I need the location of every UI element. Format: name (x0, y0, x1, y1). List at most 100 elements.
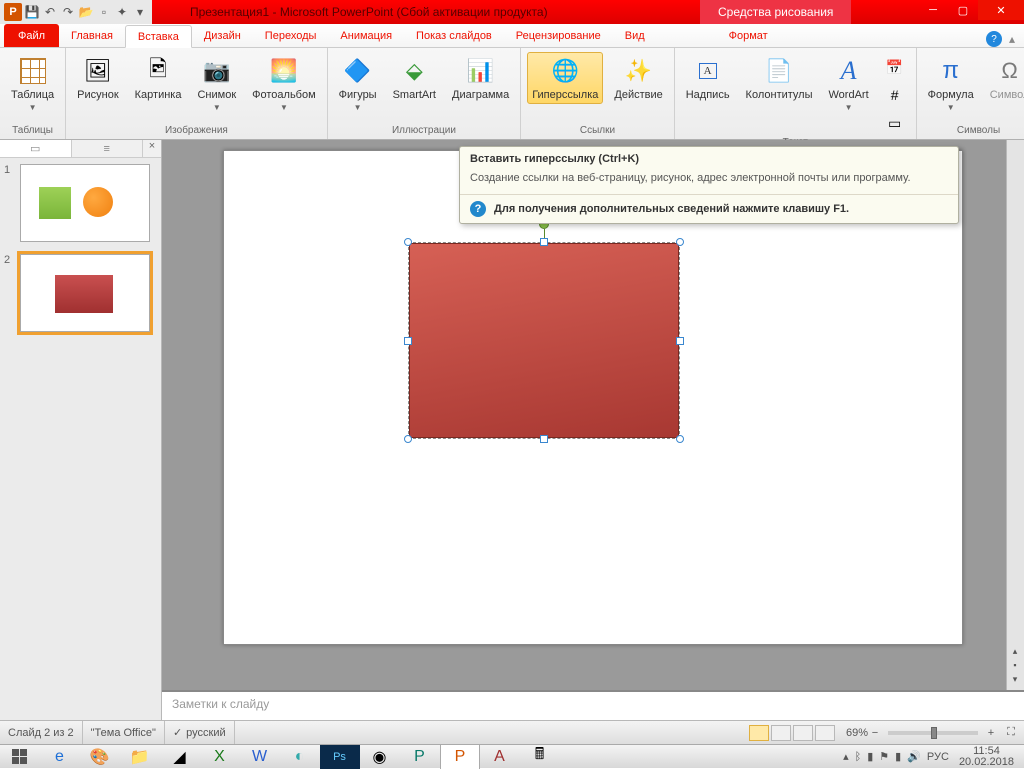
datetime-button[interactable]: 📅 (880, 54, 910, 80)
resize-handle-s[interactable] (540, 435, 548, 443)
tray-network-icon[interactable]: ▮ (895, 750, 901, 763)
slide-counter[interactable]: Слайд 2 из 2 (0, 721, 83, 744)
smartart-button[interactable]: ⬙SmartArt (388, 52, 441, 104)
table-button[interactable]: Таблица ▼ (6, 52, 59, 115)
hyperlink-button[interactable]: 🌐Гиперссылка (527, 52, 603, 104)
taskbar-calc[interactable]: 🖩 (520, 745, 560, 769)
reading-view-button[interactable] (793, 725, 813, 741)
undo-icon[interactable]: ↶ (42, 4, 58, 20)
symbol-button[interactable]: ΩСимвол (985, 52, 1024, 104)
taskbar-powerpoint[interactable]: P (440, 745, 480, 769)
tray-battery-icon[interactable]: ▮ (867, 750, 873, 763)
theme-indicator[interactable]: "Тема Office" (83, 721, 165, 744)
tray-bluetooth-icon[interactable]: ᛒ (855, 751, 862, 763)
resize-handle-sw[interactable] (404, 435, 412, 443)
normal-view-button[interactable] (749, 725, 769, 741)
taskbar-paint[interactable]: 🎨 (80, 745, 120, 769)
quick-access-toolbar: P 💾 ↶ ↷ 📂 ▫ ✦ ▾ (0, 0, 152, 24)
object-button[interactable]: ▭ (880, 110, 910, 136)
tab-insert[interactable]: Вставка (125, 25, 192, 48)
taskbar-excel[interactable]: X (200, 745, 240, 769)
spellcheck-icon: ✓ (173, 726, 182, 739)
taskbar-explorer[interactable]: 📁 (120, 745, 160, 769)
tab-home[interactable]: Главная (59, 24, 125, 47)
taskbar-word[interactable]: W (240, 745, 280, 769)
wordart-button[interactable]: AWordArt▼ (824, 52, 874, 115)
resize-handle-n[interactable] (540, 238, 548, 246)
chart-button[interactable]: 📊Диаграмма (447, 52, 514, 104)
slide-thumbnail-2[interactable]: 2 (0, 248, 161, 338)
tab-file[interactable]: Файл (4, 24, 59, 47)
sorter-view-button[interactable] (771, 725, 791, 741)
tab-slideshow[interactable]: Показ слайдов (404, 24, 504, 47)
tray-clock[interactable]: 11:54 20.02.2018 (955, 746, 1018, 768)
clipart-button[interactable]: 🖻Картинка (130, 52, 187, 104)
redo-icon[interactable]: ↷ (60, 4, 76, 20)
vertical-scrollbar[interactable] (1006, 140, 1024, 690)
zoom-out-button[interactable]: − (868, 727, 882, 739)
taskbar-app1[interactable]: ◢ (160, 745, 200, 769)
start-button[interactable] (0, 745, 40, 769)
fit-to-window-button[interactable]: ⛶ (1004, 726, 1018, 739)
tab-transitions[interactable]: Переходы (253, 24, 329, 47)
zoom-level[interactable]: 69% (846, 727, 868, 739)
screenshot-button[interactable]: 📷Снимок▼ (192, 52, 241, 115)
tab-format[interactable]: Формат (717, 24, 780, 47)
taskbar-ie[interactable]: e (40, 745, 80, 769)
taskbar-app2[interactable]: ◐ (280, 745, 320, 769)
tray-show-hidden-icon[interactable]: ▴ (843, 750, 849, 763)
outline-tab[interactable]: ≡ (72, 140, 144, 157)
language-indicator[interactable]: ✓русский (165, 721, 235, 744)
taskbar-publisher[interactable]: P (400, 745, 440, 769)
equation-button[interactable]: πФормула▼ (923, 52, 979, 115)
slideshow-view-button[interactable] (815, 725, 835, 741)
new-icon[interactable]: ▫ (96, 4, 112, 20)
open-icon[interactable]: 📂 (78, 4, 94, 20)
textbox-button[interactable]: AНадпись (681, 52, 735, 104)
ribbon-minimize-icon[interactable]: ▴ (1004, 31, 1020, 47)
resize-handle-nw[interactable] (404, 238, 412, 246)
slidenumber-button[interactable]: # (880, 82, 910, 108)
picture-button[interactable]: 🖼Рисунок (72, 52, 124, 104)
resize-handle-w[interactable] (404, 337, 412, 345)
tab-animation[interactable]: Анимация (328, 24, 404, 47)
shapes-button[interactable]: 🔷Фигуры▼ (334, 52, 382, 115)
tab-review[interactable]: Рецензирование (504, 24, 613, 47)
tab-view[interactable]: Вид (613, 24, 657, 47)
prev-slide-icon[interactable]: ▴ (1008, 646, 1022, 658)
next-slide-icon[interactable]: ▾ (1008, 674, 1022, 686)
slide[interactable] (223, 150, 963, 645)
rectangle-shape[interactable] (409, 243, 679, 438)
taskbar-photoshop[interactable]: Ps (320, 745, 360, 769)
selected-shape[interactable] (409, 243, 679, 438)
maximize-button[interactable]: ▢ (948, 0, 978, 20)
slide-thumbnail-1[interactable]: 1 (0, 158, 161, 248)
nav-menu-icon[interactable]: ▪ (1008, 660, 1022, 672)
tab-design[interactable]: Дизайн (192, 24, 253, 47)
resize-handle-ne[interactable] (676, 238, 684, 246)
tray-flag-icon[interactable]: ⚑ (879, 750, 889, 763)
headerfooter-button[interactable]: 📄Колонтитулы (741, 52, 818, 104)
action-button[interactable]: ✨Действие (609, 52, 667, 104)
tray-volume-icon[interactable]: 🔊 (907, 750, 921, 763)
minimize-button[interactable]: ─ (918, 0, 948, 20)
photoalbum-button[interactable]: 🌅Фотоальбом▼ (247, 52, 321, 115)
zoom-slider[interactable] (888, 731, 978, 735)
resize-handle-e[interactable] (676, 337, 684, 345)
resize-handle-se[interactable] (676, 435, 684, 443)
panel-close-icon[interactable]: × (143, 140, 161, 157)
taskbar-chrome[interactable]: ◉ (360, 745, 400, 769)
slides-tab[interactable]: ▭ (0, 140, 72, 157)
tray-language[interactable]: РУС (927, 751, 949, 763)
zoom-thumb[interactable] (931, 727, 937, 739)
help-icon[interactable]: ? (986, 31, 1002, 47)
notes-pane[interactable]: Заметки к слайду (162, 690, 1024, 720)
qat-icon[interactable]: ✦ (114, 4, 130, 20)
qat-dropdown-icon[interactable]: ▾ (132, 4, 148, 20)
close-button[interactable]: ✕ (978, 0, 1024, 20)
app-icon: P (4, 3, 22, 21)
taskbar-access[interactable]: A (480, 745, 520, 769)
thumbnail-preview-1 (20, 164, 150, 242)
zoom-in-button[interactable]: + (984, 727, 998, 739)
save-icon[interactable]: 💾 (24, 4, 40, 20)
